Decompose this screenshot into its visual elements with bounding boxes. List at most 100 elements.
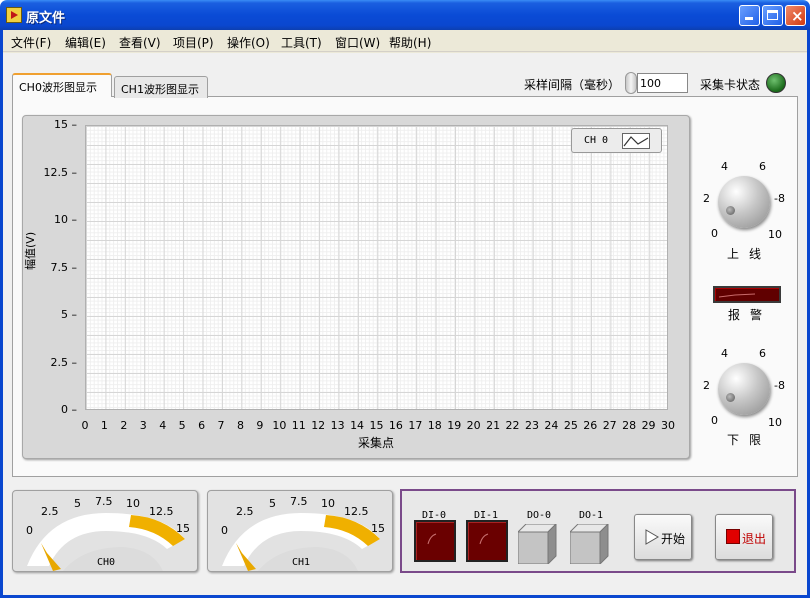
tab-ch1-waveform[interactable]: CH1波形图显示 — [114, 76, 208, 98]
menu-help[interactable]: 帮助(H) — [389, 34, 431, 51]
upper-knob-scale-4: 4 — [721, 160, 728, 173]
upper-limit-knob[interactable] — [718, 176, 770, 228]
y-tick-label: 7.5 – — [50, 260, 78, 274]
labview-app-icon — [6, 7, 22, 23]
meter-ch0-name: CH0 — [97, 557, 116, 568]
x-tick-label: 9 — [256, 419, 264, 432]
do-1-label: DO-1 — [578, 510, 604, 521]
y-axis-label: 幅值(V) — [24, 231, 37, 270]
x-tick-label: 2 — [120, 419, 128, 432]
maximize-button[interactable] — [762, 5, 783, 26]
do-0-switch[interactable] — [516, 522, 558, 566]
x-tick-label: 19 — [447, 419, 462, 432]
x-tick-label: 5 — [178, 419, 186, 432]
meter-ch1-scale-2.5: 2.5 — [236, 505, 254, 518]
meter-ch1-scale-0: 0 — [221, 524, 228, 537]
x-tick-label: 27 — [602, 419, 617, 432]
lower-knob-scale-6: 6 — [759, 347, 766, 360]
x-tick-label: 25 — [563, 419, 578, 432]
meter-ch0-scale-2.5: 2.5 — [41, 505, 59, 518]
y-tick-label: 10 – — [54, 213, 77, 226]
menu-view[interactable]: 查看(V) — [119, 34, 161, 51]
y-tick-label: 5 – — [61, 308, 77, 321]
x-tick-label: 22 — [505, 419, 520, 432]
upper-knob-pointer — [726, 206, 735, 215]
y-tick-label: 0 – — [61, 403, 77, 416]
minimize-button[interactable] — [739, 5, 760, 26]
meter-ch1-scale-10: 10 — [321, 497, 335, 510]
x-tick-label: 29 — [641, 419, 656, 432]
lower-limit-label: 下限 — [727, 433, 772, 447]
play-icon — [645, 529, 659, 545]
x-tick-label: 16 — [388, 419, 403, 432]
upper-limit-label: 上线 — [727, 247, 772, 261]
tab-ch0-waveform[interactable]: CH0波形图显示 — [12, 73, 112, 97]
upper-knob-scale-8-value: 8 — [777, 192, 785, 205]
x-tick-label: 0 — [81, 419, 89, 432]
upper-knob-scale-6: 6 — [759, 160, 766, 173]
meter-ch0-scale-7.5: 7.5 — [95, 495, 113, 508]
title-bar[interactable]: 原文件 × — [0, 0, 810, 30]
menu-file[interactable]: 文件(F) — [11, 34, 51, 51]
do-0-label: DO-0 — [526, 510, 552, 521]
menu-tools[interactable]: 工具(T) — [281, 34, 322, 51]
x-tick-label: 1 — [100, 419, 108, 432]
meter-ch0-scale-0: 0 — [26, 524, 33, 537]
meter-ch0-scale-10: 10 — [126, 497, 140, 510]
window-title: 原文件 — [26, 11, 66, 26]
meter-ch1-scale-12.5: 12.5 — [344, 505, 369, 518]
maximize-icon — [767, 10, 778, 20]
start-button[interactable]: 开始 — [634, 514, 692, 560]
start-label: 开始 — [661, 532, 686, 546]
plot-area[interactable] — [85, 125, 668, 410]
legend-series-name: CH 0 — [584, 135, 609, 146]
x-tick-label: 7 — [217, 419, 225, 432]
meter-ch1-scale-5: 5 — [269, 497, 276, 510]
plot-legend[interactable]: CH 0 — [571, 128, 662, 153]
close-icon: × — [791, 7, 804, 25]
di-1-led — [466, 520, 508, 562]
meter-ch1: 0 2.5 5 7.5 10 12.5 15 CH1 — [207, 490, 393, 572]
x-axis-label: 采集点 — [358, 436, 395, 450]
meter-ch0-scale-15: 15 — [176, 522, 190, 535]
lower-knob-pointer — [726, 393, 735, 402]
menu-window[interactable]: 窗口(W) — [335, 34, 380, 51]
meter-ch0-scale-5: 5 — [74, 497, 81, 510]
lower-knob-scale-2: 2 — [703, 379, 710, 392]
x-tick-label: 12 — [311, 419, 326, 432]
upper-knob-scale-10: 10 — [768, 228, 782, 241]
do-1-switch[interactable] — [568, 522, 610, 566]
x-tick-label: 30 — [661, 419, 675, 432]
x-tick-label: 11 — [291, 419, 306, 432]
x-tick-label: 3 — [139, 419, 147, 432]
x-tick-label: 4 — [159, 419, 167, 432]
minimize-icon — [745, 17, 753, 20]
x-tick-label: 20 — [466, 419, 481, 432]
lower-limit-knob[interactable] — [718, 363, 770, 415]
x-tick-label: 24 — [544, 419, 559, 432]
menu-edit[interactable]: 编辑(E) — [65, 34, 106, 51]
x-tick-label: 6 — [198, 419, 206, 432]
di-0-led — [414, 520, 456, 562]
card-status-label: 采集卡状态 — [700, 78, 761, 92]
menu-operate[interactable]: 操作(O) — [227, 34, 270, 51]
sampling-interval-input[interactable]: 100 — [637, 73, 688, 93]
upper-knob-scale-2: 2 — [703, 192, 710, 205]
lower-knob-scale-4: 4 — [721, 347, 728, 360]
sampling-interval-increment[interactable] — [625, 72, 637, 94]
alarm-label: 报警 — [728, 308, 773, 322]
exit-button[interactable]: 退出 — [715, 514, 773, 560]
x-tick-label: 15 — [369, 419, 384, 432]
y-tick-label: 2.5 – — [50, 355, 78, 369]
x-tick-label: 26 — [583, 419, 598, 432]
menu-project[interactable]: 项目(P) — [173, 34, 214, 51]
meter-ch1-name: CH1 — [292, 557, 311, 568]
close-button[interactable]: × — [785, 5, 806, 26]
meter-ch0-scale-12.5: 12.5 — [149, 505, 174, 518]
lower-knob-scale-8: -8 — [774, 379, 785, 392]
meter-ch0: 0 2.5 5 7.5 10 12.5 15 CH0 — [12, 490, 198, 572]
lower-knob-scale-0: 0 — [711, 414, 718, 427]
exit-label: 退出 — [742, 532, 767, 546]
x-tick-label: 10 — [272, 419, 287, 432]
stop-square-icon — [726, 529, 740, 544]
